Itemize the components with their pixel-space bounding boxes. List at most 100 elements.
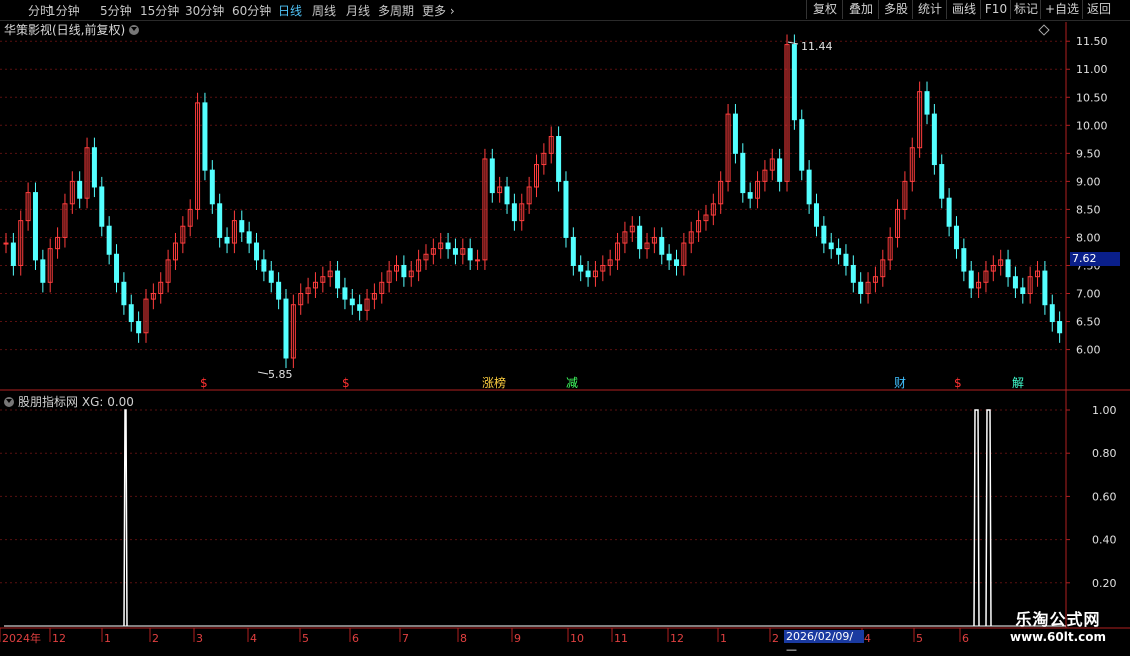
candle-body (504, 186, 510, 205)
candle-body (121, 281, 127, 306)
indicator-spike (123, 409, 128, 627)
low-annotation: 5.85 (268, 368, 293, 381)
candle-body (843, 253, 849, 266)
indicator-tick-label: 0.60 (1092, 490, 1117, 503)
candlestick-chart[interactable]: 11.5011.0010.5010.009.509.008.508.007.50… (0, 0, 1130, 650)
candle-body (114, 253, 120, 283)
candle-body (924, 91, 930, 115)
candle-body (276, 281, 282, 300)
event-marker: 财 (894, 376, 906, 390)
current-price-tag: 7.62 (1070, 252, 1120, 266)
indicator-name: 股朋指标网 (18, 395, 79, 409)
candle-body (10, 242, 16, 266)
candle-body (813, 203, 819, 227)
price-tick-label: 6.50 (1076, 316, 1101, 329)
date-label: 12 (670, 632, 684, 645)
date-label: 1 (720, 632, 727, 645)
candle-body (401, 264, 407, 278)
date-label: 2 (152, 632, 159, 645)
candle-body (968, 270, 974, 289)
candle-body (777, 158, 783, 182)
candle-body (445, 242, 451, 250)
event-marker: $ (954, 376, 962, 390)
indicator-tick-label: 0.20 (1092, 577, 1117, 590)
event-marker: $ (200, 376, 208, 390)
low-arrow (257, 371, 269, 375)
candle-body (799, 119, 805, 171)
candle-body (961, 248, 967, 272)
date-label: 11 (614, 632, 628, 645)
date-label: 6 (352, 632, 359, 645)
candle-body (953, 225, 959, 250)
chevron-down-icon[interactable] (4, 397, 14, 407)
candle-body (254, 242, 260, 261)
indicator-tick-label: 1.00 (1092, 404, 1117, 417)
candle-body (40, 259, 46, 283)
indicator-tick-label: 0.40 (1092, 534, 1117, 547)
candle-body (858, 281, 864, 295)
candle-body (489, 158, 495, 194)
indicator-tick-label: 0.80 (1092, 447, 1117, 460)
price-tick-label: 8.00 (1076, 231, 1101, 244)
watermark-title: 乐淘公式网 (1015, 610, 1101, 629)
indicator-title: 股朋指标网 XG: 0.00 (4, 393, 134, 410)
candle-body (931, 113, 937, 166)
candle-body (1020, 287, 1026, 295)
candle-body (3, 242, 9, 245)
candle-body (239, 220, 245, 233)
event-marker: 解 (1012, 376, 1024, 390)
candle-body (357, 304, 363, 311)
candle-body (740, 152, 746, 194)
candle-body (732, 113, 738, 154)
date-cursor: 2026/02/09/— (784, 630, 864, 656)
price-tick-label: 8.50 (1076, 203, 1101, 216)
candle-body (850, 264, 856, 283)
candle-body (747, 192, 753, 199)
date-label: 2 (772, 632, 779, 645)
candle-body (342, 287, 348, 300)
candle-body (1005, 259, 1011, 278)
candle-body (1049, 304, 1055, 323)
date-label: 7 (402, 632, 409, 645)
candle-body (673, 259, 679, 266)
candle-body (217, 203, 223, 238)
price-tick-label: 7.00 (1076, 288, 1101, 301)
watermark-url: www.60lt.com (1009, 630, 1107, 644)
candle-body (224, 236, 230, 244)
candle-body (99, 186, 105, 227)
price-tick-label: 11.50 (1076, 35, 1108, 48)
date-label: 2024年 (2, 631, 41, 645)
date-label: 4 (250, 632, 257, 645)
candle-body (828, 242, 834, 250)
candle-body (666, 253, 672, 261)
candle-body (946, 197, 952, 227)
candle-body (659, 236, 665, 255)
candle-body (475, 259, 481, 262)
candle-body (452, 248, 458, 255)
candle-body (836, 248, 842, 255)
price-tick-label: 6.00 (1076, 344, 1101, 357)
high-arrow (787, 41, 799, 45)
high-annotation: 11.44 (801, 40, 833, 53)
date-label: 10 (570, 632, 584, 645)
candle-body (806, 169, 812, 205)
candle-body (939, 164, 945, 199)
candle-body (563, 180, 569, 238)
candle-body (91, 147, 97, 188)
candle-body (77, 180, 83, 199)
candle-body (136, 321, 142, 334)
watermark: 乐淘公式网 www.60lt.com (998, 606, 1118, 644)
date-label: 5 (916, 632, 923, 645)
candle-body (791, 44, 797, 121)
price-tick-label: 9.50 (1076, 147, 1101, 160)
date-label: 12 (52, 632, 66, 645)
candle-body (335, 270, 341, 289)
date-label: 6 (962, 632, 969, 645)
date-label: 1 (104, 632, 111, 645)
price-tick-label: 11.00 (1076, 63, 1108, 76)
candle-body (1057, 321, 1063, 334)
price-tick-label: 9.00 (1076, 175, 1101, 188)
candle-body (556, 136, 562, 182)
candle-body (202, 102, 208, 171)
candle-body (467, 248, 473, 261)
